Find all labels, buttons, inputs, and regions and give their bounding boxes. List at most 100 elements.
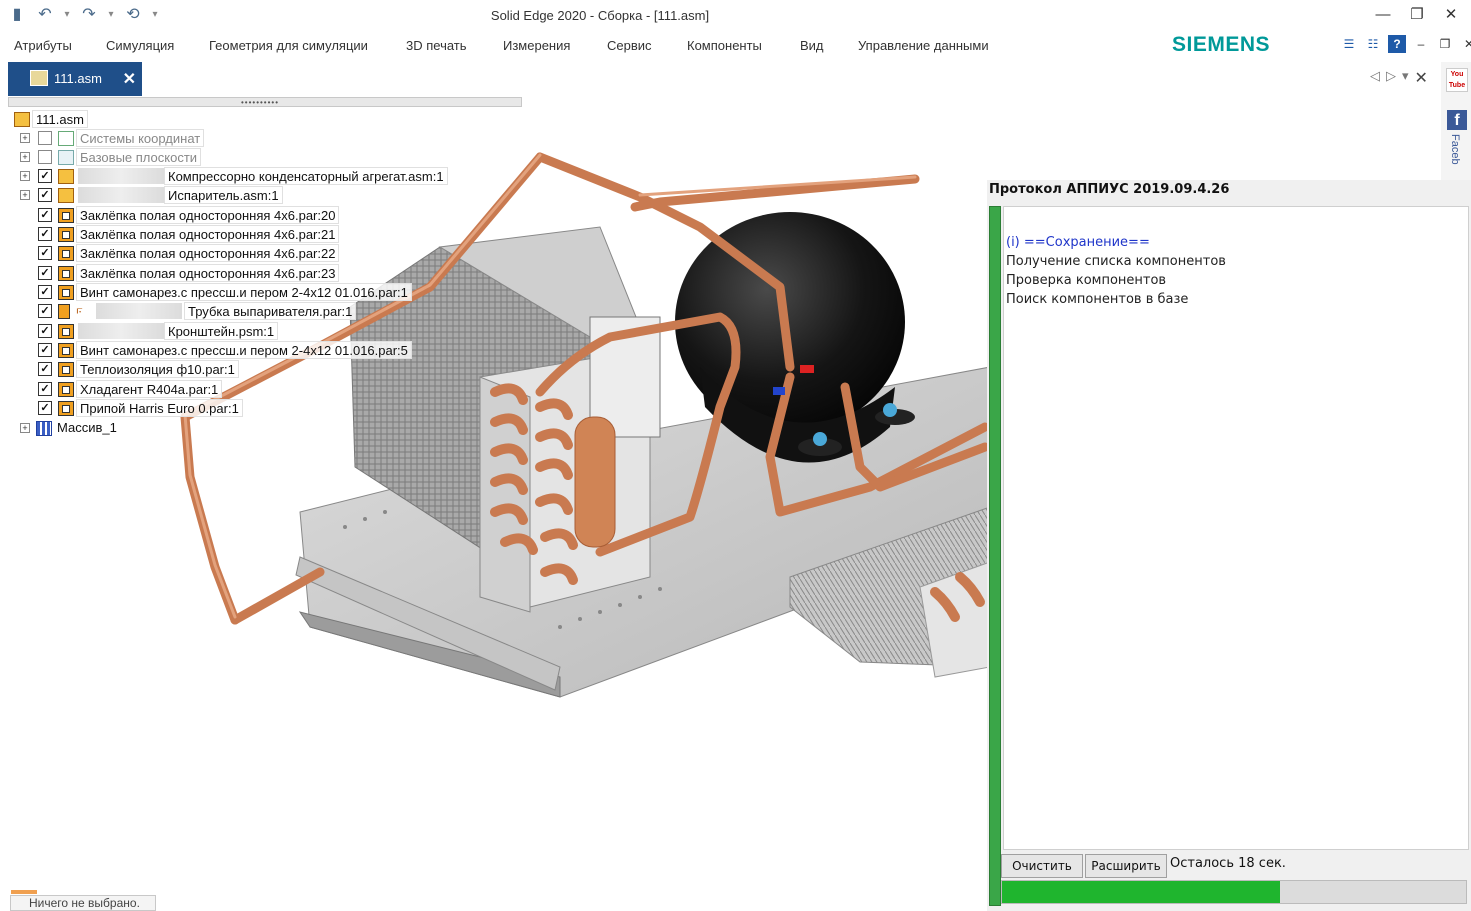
protocol-log: (i) ==Сохранение== Получение списка комп… [1003,206,1469,850]
progress-fill [1002,881,1281,903]
tab-close-all-icon[interactable]: ✕ [1415,68,1428,88]
tree-root[interactable]: 111.asm [10,110,530,129]
window-title: Solid Edge 2020 - Сборка - [111.asm] [490,8,710,23]
redacted-prefix [78,168,164,184]
tab-list-icon[interactable]: ▾ [1402,68,1409,88]
tree-item[interactable]: + Системы координат [10,129,530,148]
doc-restore-icon[interactable]: ❐ [1436,35,1454,53]
visibility-checkbox[interactable]: ✓ [38,382,52,396]
ribbon-options-icon[interactable]: ☰ [1340,35,1358,53]
tab-next-icon[interactable]: ▷ [1386,68,1396,88]
splitter-grip[interactable]: •••••••••• [241,98,279,107]
clear-button[interactable]: Очистить [1001,854,1083,878]
tree-item-label: Хладагент R404a.par:1 [76,380,223,398]
menu-attributes[interactable]: Атрибуты [14,38,72,53]
visibility-checkbox[interactable]: ✓ [38,362,52,376]
visibility-checkbox[interactable]: ✓ [38,208,52,222]
tree-item-label: Системы координат [76,129,205,147]
expand-icon[interactable]: + [20,190,30,200]
tree-item-label: Заклёпка полая односторонняя 4х6.par:22 [76,244,340,262]
visibility-checkbox[interactable]: ✓ [38,266,52,280]
tree-item[interactable]: ✓ Винт самонарез.с прессш.и пером 2-4х12… [10,283,530,302]
youtube-icon[interactable]: You Tube [1446,68,1468,92]
tree-item[interactable]: ✓ Трубка выпаривателя.par:1 [10,301,530,321]
doc-close-icon[interactable]: ✕ [1460,35,1471,53]
menu-view[interactable]: Вид [800,38,824,53]
tree-item-label: Компрессорно конденсаторный агрегат.asm:… [164,167,448,185]
tree-item-label: Винт самонарез.с прессш.и пером 2-4х12 0… [76,283,412,301]
document-tab-row: 111.asm ✕ ◁ ▷ ▾ ✕ [0,62,1440,96]
status-bar: Ничего не выбрано. [10,890,156,911]
expand-icon[interactable]: + [20,133,30,143]
tree-item[interactable]: ✓ Теплоизоляция ф10.par:1 [10,360,530,379]
redacted-prefix [96,303,182,319]
menu-measure[interactable]: Измерения [503,38,570,53]
visibility-checkbox[interactable]: ✓ [38,324,52,338]
expand-icon[interactable]: + [20,152,30,162]
visibility-checkbox[interactable] [38,131,52,145]
menu-3d-print[interactable]: 3D печать [406,38,467,53]
title-bar: ▮ ↶ ▾ ↷ ▾ ⟲ ▾ Solid Edge 2020 - Сборка -… [0,0,1471,32]
menu-data-management[interactable]: Управление данными [858,38,989,53]
visibility-checkbox[interactable]: ✓ [38,285,52,299]
log-line: Проверка компонентов [1006,273,1167,288]
tree-item-label: Массив_1 [57,420,117,435]
coordinate-system-icon [58,131,74,146]
assembly-icon [58,169,74,184]
siemens-logo: SIEMENS [1172,33,1271,56]
close-window-button[interactable]: ✕ [1439,4,1463,26]
part-icon [58,227,74,242]
part-icon [58,208,74,223]
status-indicator [11,890,37,894]
expand-button[interactable]: Расширить [1085,854,1167,878]
redacted-prefix [78,187,164,203]
tree-item[interactable]: ✓ Заклёпка полая односторонняя 4х6.par:2… [10,244,530,263]
tree-item[interactable]: ✓ Припой Harris Euro 0.par:1 [10,399,530,418]
expand-icon[interactable]: + [20,171,30,181]
part-icon [58,343,74,358]
visibility-checkbox[interactable]: ✓ [38,188,52,202]
part-icon [58,246,74,261]
tree-item[interactable]: ✓ Заклёпка полая односторонняя 4х6.par:2… [10,225,530,244]
tab-111-asm[interactable]: 111.asm ✕ [8,62,142,96]
tree-item-label: Испаритель.asm:1 [164,186,283,204]
menu-simulation-geometry[interactable]: Геометрия для симуляции [209,38,368,53]
expand-icon[interactable]: + [20,423,30,433]
visibility-checkbox[interactable]: ✓ [38,227,52,241]
tree-item[interactable]: + ✓ Компрессорно конденсаторный агрегат.… [10,167,530,186]
doc-minimize-icon[interactable]: – [1412,35,1430,53]
tree-splitter[interactable]: •••••••••• [8,97,522,107]
tree-item[interactable]: + Базовые плоскости [10,148,530,167]
visibility-checkbox[interactable]: ✓ [38,304,52,318]
tree-item-label: Припой Harris Euro 0.par:1 [76,399,243,417]
tree-item[interactable]: + Массив_1 [10,419,530,438]
visibility-checkbox[interactable] [38,150,52,164]
minimize-button[interactable]: — [1371,4,1395,26]
part-icon [58,285,74,300]
visibility-checkbox[interactable]: ✓ [38,401,52,415]
visibility-checkbox[interactable]: ✓ [38,343,52,357]
status-text: Ничего не выбрано. [29,896,140,910]
protocol-panel: Протокол АППИУС 2019.09.4.26 (i) ==Сохра… [987,180,1471,911]
restore-button[interactable]: ❐ [1405,4,1429,26]
menu-components[interactable]: Компоненты [687,38,762,53]
visibility-checkbox[interactable]: ✓ [38,169,52,183]
visibility-checkbox[interactable]: ✓ [38,246,52,260]
menu-tools[interactable]: Сервис [607,38,652,53]
facebook-label[interactable]: Faceb [1449,134,1461,165]
tree-item-label: Базовые плоскости [76,148,202,166]
tree-item[interactable]: + ✓ Испаритель.asm:1 [10,186,530,205]
ribbon-layout-icon[interactable]: ☷ [1364,35,1382,53]
tree-item[interactable]: ✓ Заклёпка полая односторонняя 4х6.par:2… [10,264,530,283]
tree-item[interactable]: ✓ Хладагент R404a.par:1 [10,380,530,399]
tree-item[interactable]: ✓ Винт самонарез.с прессш.и пером 2-4х12… [10,341,530,360]
tree-item[interactable]: ✓ Кронштейн.psm:1 [10,322,530,341]
status-strip [989,206,1001,906]
menu-simulation[interactable]: Симуляция [106,38,174,53]
tab-prev-icon[interactable]: ◁ [1370,68,1380,88]
protocol-title: Протокол АППИУС 2019.09.4.26 [989,182,1230,197]
facebook-icon[interactable]: f [1447,110,1467,130]
help-icon[interactable]: ? [1388,35,1406,53]
tree-item[interactable]: ✓ Заклёпка полая односторонняя 4х6.par:2… [10,206,530,225]
close-tab-icon[interactable]: ✕ [123,69,136,89]
